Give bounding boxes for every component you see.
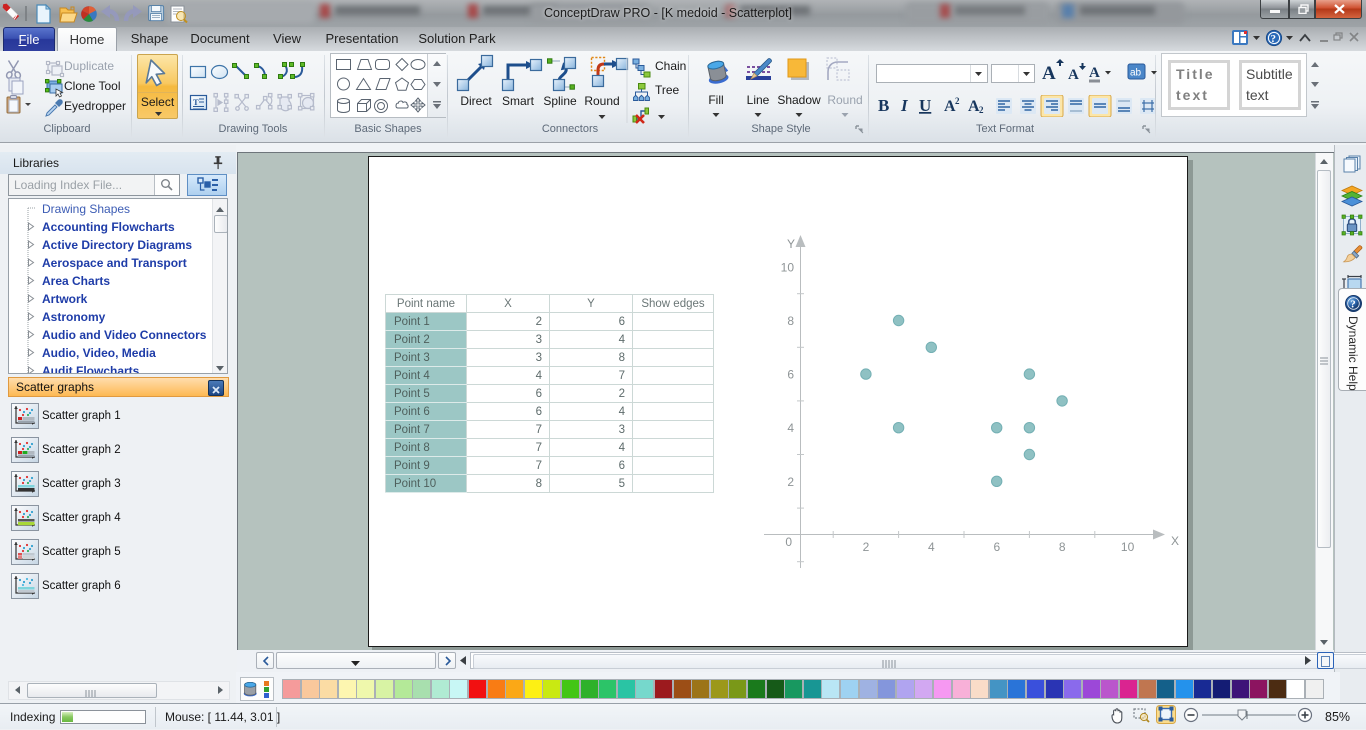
svg-text:8: 8 — [1059, 540, 1066, 554]
svg-text:A: A — [1089, 65, 1100, 81]
svg-text:2: 2 — [787, 475, 794, 489]
svg-text:2: 2 — [955, 96, 960, 106]
svg-text:85%: 85% — [1325, 710, 1350, 724]
svg-text:Y: Y — [787, 237, 795, 251]
svg-text:Direct: Direct — [460, 94, 492, 108]
svg-text:Tree: Tree — [655, 83, 680, 97]
svg-text:8: 8 — [787, 314, 794, 328]
svg-text:Shadow: Shadow — [777, 93, 821, 107]
svg-text:B: B — [878, 96, 889, 115]
svg-text:2: 2 — [979, 105, 984, 115]
svg-text:Chain: Chain — [655, 59, 686, 73]
svg-text:Smart: Smart — [502, 94, 535, 108]
svg-text:ab: ab — [1130, 68, 1142, 79]
svg-text:Spline: Spline — [543, 94, 577, 108]
svg-text:A: A — [1068, 67, 1079, 83]
svg-text:I: I — [900, 96, 909, 115]
svg-text:6: 6 — [993, 540, 1000, 554]
svg-text:4: 4 — [787, 421, 794, 435]
svg-text:0: 0 — [785, 535, 792, 549]
svg-text:4: 4 — [928, 540, 935, 554]
svg-text:X: X — [1171, 534, 1179, 548]
svg-text:?: ? — [1350, 299, 1356, 311]
svg-text:10: 10 — [781, 260, 795, 274]
svg-text:10: 10 — [1121, 540, 1135, 554]
svg-text:Round: Round — [827, 93, 862, 107]
svg-text:6: 6 — [787, 368, 794, 382]
svg-text:A: A — [1042, 63, 1056, 84]
svg-text:T: T — [193, 97, 199, 107]
svg-text:?: ? — [1271, 33, 1277, 45]
svg-text:Round: Round — [584, 94, 619, 108]
svg-text:2: 2 — [863, 540, 870, 554]
svg-text:Line: Line — [747, 93, 770, 107]
svg-text:Fill: Fill — [708, 93, 723, 107]
svg-text:U: U — [919, 96, 931, 115]
